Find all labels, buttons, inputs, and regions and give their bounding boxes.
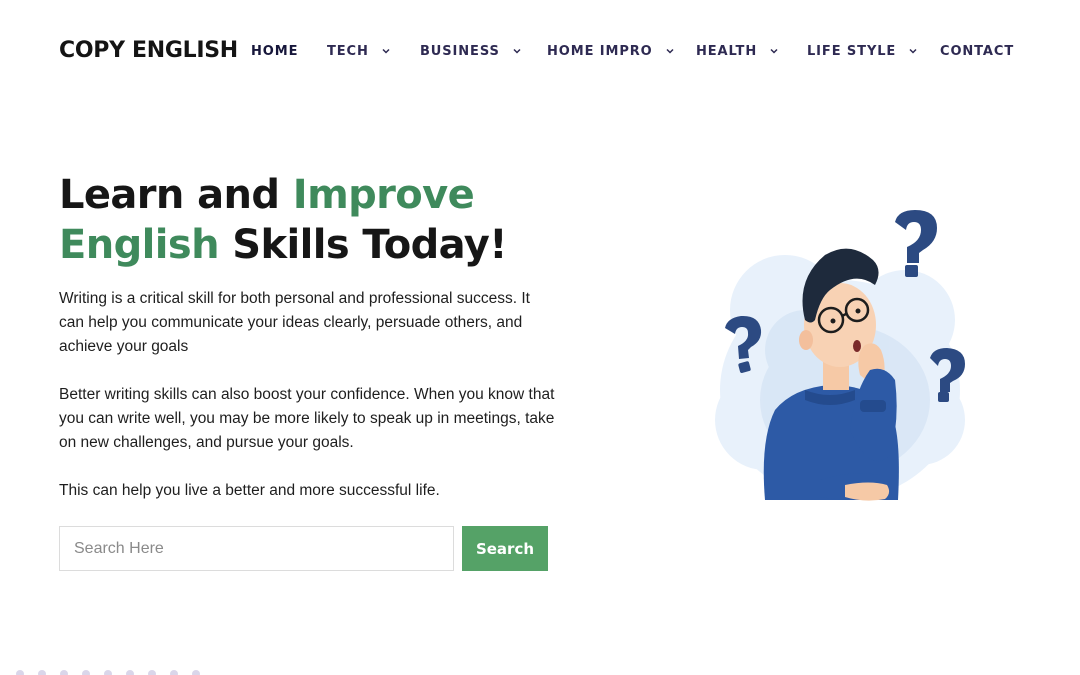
nav-item-tech[interactable]: TECH	[327, 42, 391, 60]
nav-item-label: HEALTH	[696, 43, 758, 59]
nav-item-contact[interactable]: CONTACT	[940, 42, 1014, 60]
nav-item-health[interactable]: HEALTH	[696, 42, 779, 60]
hero-paragraph-3: This can help you live a better and more…	[59, 482, 440, 499]
question-mark-icon	[895, 210, 937, 277]
nav-item-label: HOME	[251, 43, 299, 59]
hero-title-part1: Learn and	[59, 172, 293, 218]
pagination-dot[interactable]	[126, 670, 134, 675]
pagination-dot[interactable]	[16, 670, 24, 675]
search-input[interactable]	[59, 526, 454, 571]
site-header: COPY ENGLISH HOME TECH BUSINESS HOME IMP…	[0, 0, 1080, 100]
hero-title-part2: Skills Today!	[218, 222, 507, 268]
nav-item-label: CONTACT	[940, 43, 1015, 59]
chevron-down-icon[interactable]	[908, 46, 918, 56]
nav-item-business[interactable]: BUSINESS	[420, 42, 522, 60]
nav-item-label: LIFE STYLE	[807, 43, 897, 59]
pagination-dot[interactable]	[170, 670, 178, 675]
chevron-down-icon[interactable]	[665, 46, 675, 56]
chevron-down-icon[interactable]	[769, 46, 779, 56]
nav-item-home-impro[interactable]: HOME IMPRO	[547, 42, 675, 60]
pagination-dot[interactable]	[82, 670, 90, 675]
nav-item-life-style[interactable]: LIFE STYLE	[807, 42, 918, 60]
nav-item-home[interactable]: HOME	[251, 42, 298, 60]
search-button[interactable]: Search	[462, 526, 548, 571]
pagination-dot[interactable]	[192, 670, 200, 675]
pagination-dots	[16, 670, 200, 675]
nav-item-label: HOME IMPRO	[547, 43, 653, 59]
main-nav: HOME TECH BUSINESS HOME IMPRO HEALTH LIF…	[0, 42, 1080, 60]
pagination-dot[interactable]	[104, 670, 112, 675]
thinking-man-illustration	[705, 200, 975, 520]
chevron-down-icon[interactable]	[512, 46, 522, 56]
chevron-down-icon[interactable]	[381, 46, 391, 56]
pagination-dot[interactable]	[148, 670, 156, 675]
nav-item-label: TECH	[327, 43, 369, 59]
pagination-dot[interactable]	[38, 670, 46, 675]
hero-paragraph-1: Writing is a critical skill for both per…	[59, 290, 530, 355]
hero-title: Learn and Improve English Skills Today!	[59, 170, 619, 270]
pagination-dot[interactable]	[60, 670, 68, 675]
hero-paragraph-2: Better writing skills can also boost you…	[59, 386, 555, 451]
nav-item-label: BUSINESS	[420, 43, 500, 59]
